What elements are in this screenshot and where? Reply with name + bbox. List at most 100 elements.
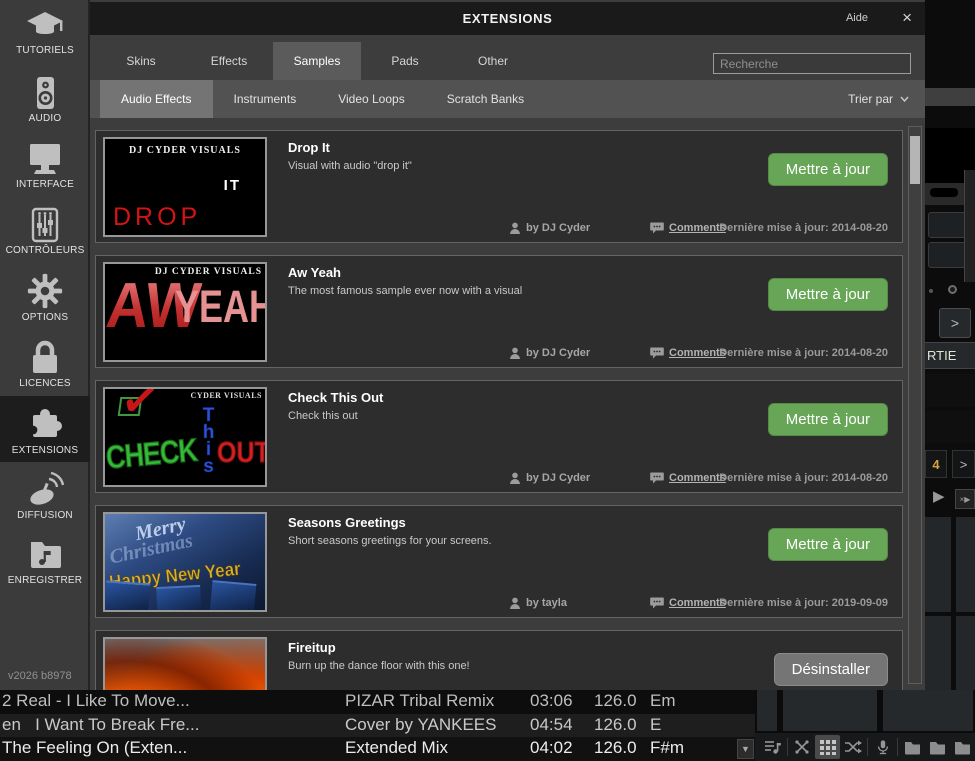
sidebar-item-label: DIFFUSION: [17, 510, 73, 521]
sidebar-item-label: INTERFACE: [16, 179, 74, 190]
extension-item: CYDER VISUALS ✓ CHECK This OUT Check Thi…: [95, 380, 903, 493]
sampler-pad[interactable]: [783, 690, 877, 731]
playlist-row[interactable]: 2 Real - I Like To Move... PIZAR Tribal …: [0, 690, 755, 714]
cut-play-button[interactable]: ×▶: [955, 489, 975, 509]
grid-view-icon[interactable]: [815, 735, 840, 759]
sliders-icon: [25, 207, 65, 243]
extension-title: Check This Out: [288, 390, 383, 405]
extension-item: DJ CYDER VISUALS IT DROP Drop It Visual …: [95, 130, 903, 243]
sidebar-item-label: EXTENSIONS: [12, 445, 78, 456]
update-button[interactable]: Mettre à jour: [768, 528, 888, 561]
sidebar-item-label: AUDIO: [29, 113, 62, 124]
scratch-icon[interactable]: [790, 735, 815, 759]
help-link[interactable]: Aide: [846, 2, 868, 35]
bottom-panel: 2 Real - I Like To Move... PIZAR Tribal …: [0, 690, 975, 761]
author-label: by DJ Cyder: [526, 347, 590, 359]
tab-samples[interactable]: Samples: [273, 42, 361, 80]
track-title: en I Want To Break Fre...: [2, 715, 199, 735]
sidebar-item-diffusion[interactable]: DIFFUSION: [0, 462, 90, 528]
playlist-row[interactable]: en I Want To Break Fre... Cover by YANKE…: [0, 714, 755, 737]
sampler-pad[interactable]: [956, 616, 975, 690]
slot-next-button[interactable]: >: [952, 450, 975, 478]
update-button[interactable]: Mettre à jour: [768, 278, 888, 311]
sampler-pad[interactable]: [925, 517, 951, 612]
search-input[interactable]: [713, 53, 911, 74]
dialog-header: EXTENSIONS Aide ×: [90, 2, 925, 35]
sampler-pad[interactable]: [956, 517, 975, 612]
update-button[interactable]: Mettre à jour: [768, 153, 888, 186]
scrollbar-thumb[interactable]: [910, 136, 920, 184]
slot-number[interactable]: 4: [925, 450, 947, 478]
sidebar-item-enregistrer[interactable]: ENREGISTRER: [0, 528, 90, 594]
sampler-pad[interactable]: [883, 690, 973, 731]
shuffle-icon[interactable]: [840, 735, 865, 759]
extension-thumbnail: CYDER VISUALS ✓ CHECK This OUT: [103, 387, 267, 487]
track-bpm: 126.0: [594, 715, 637, 735]
tab-other[interactable]: Other: [449, 42, 537, 80]
last-updated: Dernière mise à jour: 2019-09-09: [719, 597, 888, 609]
extension-thumbnail: FIRE!: [103, 637, 267, 690]
extension-thumbnail: DJ CYDER VISUALS IT DROP: [103, 137, 267, 237]
sidebar-item-licences[interactable]: LICENCES: [0, 330, 90, 396]
subtab-video-loops[interactable]: Video Loops: [317, 80, 426, 118]
queue-music-icon[interactable]: [760, 735, 785, 759]
thumb-checkmark: ✓: [117, 387, 163, 429]
track-key: F#m: [650, 738, 684, 758]
monitor-icon: [25, 141, 65, 177]
update-button[interactable]: Mettre à jour: [768, 403, 888, 436]
sidebar-item-interface[interactable]: INTERFACE: [0, 132, 90, 198]
extension-thumbnail: Merry Christmas Happy New Year: [103, 512, 267, 612]
track-duration: 04:02: [530, 738, 573, 758]
lock-icon: [25, 338, 65, 376]
extension-author: by DJ Cyder: [509, 222, 590, 234]
thumb-text: OUT: [217, 437, 267, 470]
microphone-icon[interactable]: [870, 735, 895, 759]
extension-title: Drop It: [288, 140, 330, 155]
close-icon[interactable]: ×: [902, 2, 912, 33]
sampler-pad[interactable]: [757, 690, 777, 731]
sidebar-item-audio[interactable]: AUDIO: [0, 66, 90, 132]
folder-icon[interactable]: [950, 735, 975, 759]
sidebar-item-label: OPTIONS: [22, 312, 68, 323]
extension-description: Check this out: [288, 410, 358, 422]
main-tabs: Skins Effects Samples Pads Other: [90, 42, 925, 80]
sort-dropdown[interactable]: Trier par: [848, 80, 909, 118]
subtab-audio-effects[interactable]: Audio Effects: [100, 80, 213, 118]
subtab-scratch-banks[interactable]: Scratch Banks: [426, 80, 545, 118]
uninstall-button[interactable]: Désinstaller: [774, 653, 888, 686]
sampler-pad[interactable]: [925, 616, 951, 690]
folder-icon[interactable]: [925, 735, 950, 759]
tab-effects[interactable]: Effects: [185, 42, 273, 80]
toolbar-separator: [867, 738, 868, 756]
tab-skins[interactable]: Skins: [97, 42, 185, 80]
playlist-dropdown-button[interactable]: ▼: [737, 739, 754, 759]
thumb-cube-shape: [104, 581, 150, 612]
subtab-instruments[interactable]: Instruments: [213, 80, 318, 118]
speaker-icon: [25, 75, 65, 111]
sidebar-item-tutoriels[interactable]: TUTORIELS: [0, 0, 90, 66]
author-label: by DJ Cyder: [526, 222, 590, 234]
gear-icon: [25, 272, 65, 310]
sidebar-item-label: LICENCES: [19, 378, 71, 389]
comments-link[interactable]: Comments: [650, 222, 726, 234]
comments-link[interactable]: Comments: [650, 472, 726, 484]
tab-pads[interactable]: Pads: [361, 42, 449, 80]
playlist-row[interactable]: The Feeling On (Exten... Extended Mix 04…: [0, 737, 755, 761]
panel-next-button[interactable]: >: [939, 308, 971, 338]
sidebar-item-extensions[interactable]: EXTENSIONS: [0, 396, 90, 462]
play-icon[interactable]: ▶: [933, 487, 945, 505]
extension-thumbnail: DJ CYDER VISUALS AW YEAH!: [103, 262, 267, 362]
thumb-brand-text: DJ CYDER VISUALS: [105, 145, 265, 156]
track-version: Cover by YANKEES: [345, 715, 497, 735]
sidebar-item-controleurs[interactable]: CONTRÔLEURS: [0, 198, 90, 264]
extensions-list: DJ CYDER VISUALS IT DROP Drop It Visual …: [90, 118, 925, 690]
led-knob[interactable]: [948, 285, 957, 294]
comments-link[interactable]: Comments: [650, 597, 726, 609]
sidebar-item-options[interactable]: OPTIONS: [0, 264, 90, 330]
folder-icon[interactable]: [900, 735, 925, 759]
comments-link[interactable]: Comments: [650, 347, 726, 359]
list-scrollbar[interactable]: [908, 126, 922, 684]
output-button[interactable]: RTIE: [925, 342, 975, 369]
extension-description: Short seasons greetings for your screens…: [288, 535, 492, 547]
extension-author: by DJ Cyder: [509, 347, 590, 359]
